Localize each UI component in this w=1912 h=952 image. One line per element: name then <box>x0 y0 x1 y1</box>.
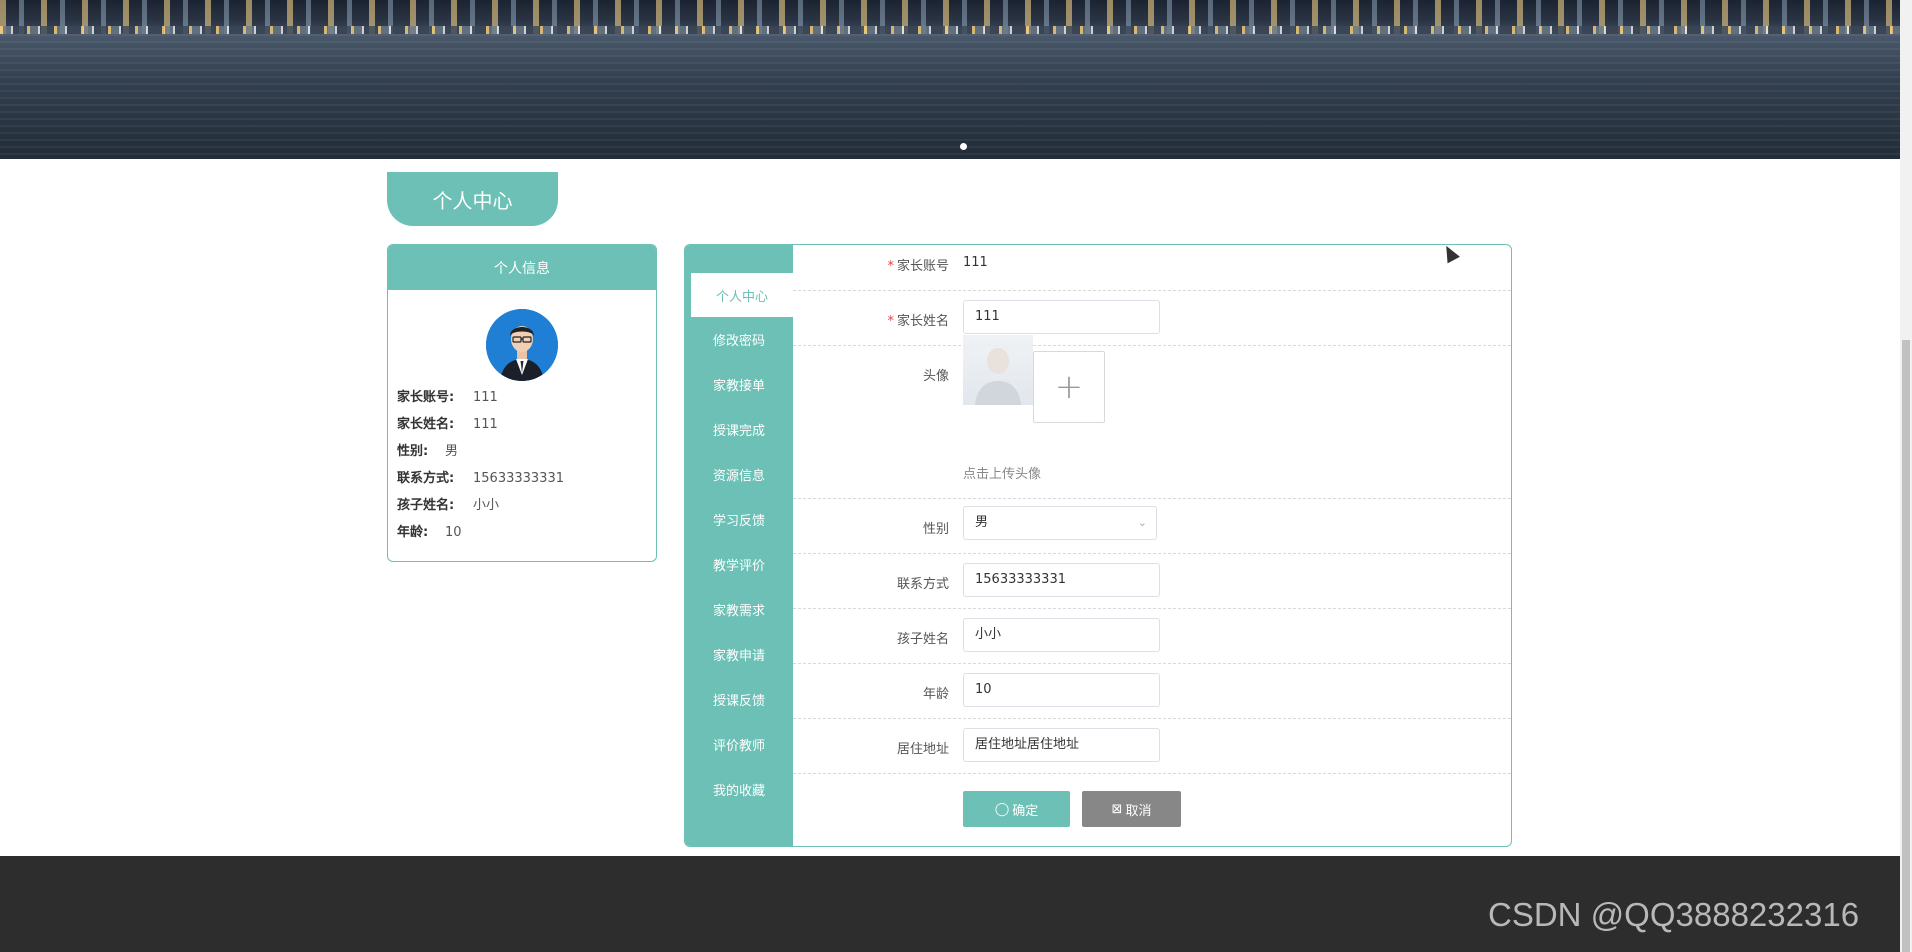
info-row-gender: 性别: 男 <box>397 444 459 459</box>
form-row-phone: 联系方式 15633333331 <box>793 553 1511 609</box>
sidebar-item-tutor-demand[interactable]: 家教需求 <box>685 587 793 631</box>
profile-card-header: 个人信息 <box>388 245 656 290</box>
age-input[interactable]: 10 <box>963 673 1160 707</box>
page-scrollbar[interactable] <box>1900 0 1912 952</box>
avatar-thumbnail[interactable] <box>963 335 1033 405</box>
form-row-age: 年龄 10 <box>793 663 1511 719</box>
form-row-avatar: 头像 + 点击上传头像 <box>793 335 1511 499</box>
form-row-child-name: 孩子姓名 小小 <box>793 608 1511 664</box>
form-row-gender: 性别 男 ⌄ <box>793 498 1511 554</box>
scrollbar-thumb[interactable] <box>1902 340 1910 952</box>
form-row-name: * 家长姓名 111 <box>793 290 1511 346</box>
sidebar-item-study-feedback[interactable]: 学习反馈 <box>685 497 793 541</box>
gender-label: 性别 <box>922 522 949 537</box>
phone-label: 联系方式 <box>896 577 949 592</box>
phone-input[interactable]: 15633333331 <box>963 563 1160 597</box>
account-value: 111 <box>963 255 988 270</box>
carousel-dot[interactable] <box>960 143 967 150</box>
avatar-portrait-icon <box>975 348 1021 405</box>
form-actions: ◯ 确定 ⊠ 取消 <box>793 773 1511 846</box>
info-row-name: 家长姓名: 111 <box>397 417 498 432</box>
address-label: 居住地址 <box>896 742 949 757</box>
sidebar-item-teaching-review[interactable]: 教学评价 <box>685 542 793 586</box>
profile-card: 个人信息 家长账号: 111 家长姓名: 111 性别: 男 联系方式: 1563333… <box>387 244 657 562</box>
sidebar-item-personal-center[interactable]: 个人中心 <box>691 273 793 317</box>
parent-name-input[interactable]: 111 <box>963 300 1160 334</box>
form-row-account: * 家长账号 111 <box>793 245 1511 291</box>
address-input[interactable]: 居住地址居住地址 <box>963 728 1160 762</box>
child-name-label: 孩子姓名 <box>896 632 949 647</box>
sidebar-item-favorites[interactable]: 我的收藏 <box>685 767 793 811</box>
sidebar-item-change-password[interactable]: 修改密码 <box>685 317 793 361</box>
age-label: 年龄 <box>922 687 949 702</box>
upload-avatar-button[interactable]: + <box>1033 351 1105 423</box>
upload-avatar-hint: 点击上传头像 <box>963 467 1042 482</box>
close-square-icon: ⊠ <box>1111 801 1123 817</box>
info-row-child-name: 孩子姓名: 小小 <box>397 498 500 513</box>
city-lights <box>0 26 1900 34</box>
gender-select-value: 男 <box>975 515 989 530</box>
watermark-text: CSDN @QQ3888232316 <box>1488 896 1860 933</box>
info-row-account: 家长账号: 111 <box>397 390 498 405</box>
sidebar-item-lesson-feedback[interactable]: 授课反馈 <box>685 677 793 721</box>
sidebar-item-tutor-orders[interactable]: 家教接单 <box>685 362 793 406</box>
sidebar-menu: 个人中心 修改密码 家教接单 授课完成 资源信息 学习反馈 教学评价 家教需求 … <box>685 245 793 846</box>
check-circle-icon: ◯ <box>994 801 1010 817</box>
banner-image <box>0 0 1900 159</box>
avatar-portrait-icon <box>486 309 558 381</box>
sidebar-item-tutor-application[interactable]: 家教申请 <box>685 632 793 676</box>
chevron-down-icon: ⌄ <box>1137 516 1147 529</box>
cancel-button[interactable]: ⊠ 取消 <box>1082 791 1181 827</box>
form-row-address: 居住地址 居住地址居住地址 <box>793 718 1511 774</box>
sidebar-item-lessons-done[interactable]: 授课完成 <box>685 407 793 451</box>
harbor-water <box>0 34 1900 159</box>
sidebar-item-resources[interactable]: 资源信息 <box>685 452 793 496</box>
avatar <box>486 309 558 381</box>
name-label: 家长姓名 <box>896 314 949 329</box>
account-label: 家长账号 <box>896 259 949 274</box>
child-name-input[interactable]: 小小 <box>963 618 1160 652</box>
confirm-button-label: 确定 <box>1012 803 1039 819</box>
sidebar-item-rate-teacher[interactable]: 评价教师 <box>685 722 793 766</box>
gender-select[interactable]: 男 ⌄ <box>963 506 1157 540</box>
required-mark: * <box>887 314 894 329</box>
cancel-button-label: 取消 <box>1125 803 1152 819</box>
profile-form-panel: 个人中心 修改密码 家教接单 授课完成 资源信息 学习反馈 教学评价 家教需求 … <box>684 244 1512 847</box>
confirm-button[interactable]: ◯ 确定 <box>963 791 1070 827</box>
info-row-phone: 联系方式: 15633333331 <box>397 471 564 486</box>
avatar-label: 头像 <box>922 369 949 384</box>
info-row-age: 年龄: 10 <box>397 525 462 540</box>
required-mark: * <box>887 259 894 274</box>
page-title-tab: 个人中心 <box>387 172 558 226</box>
